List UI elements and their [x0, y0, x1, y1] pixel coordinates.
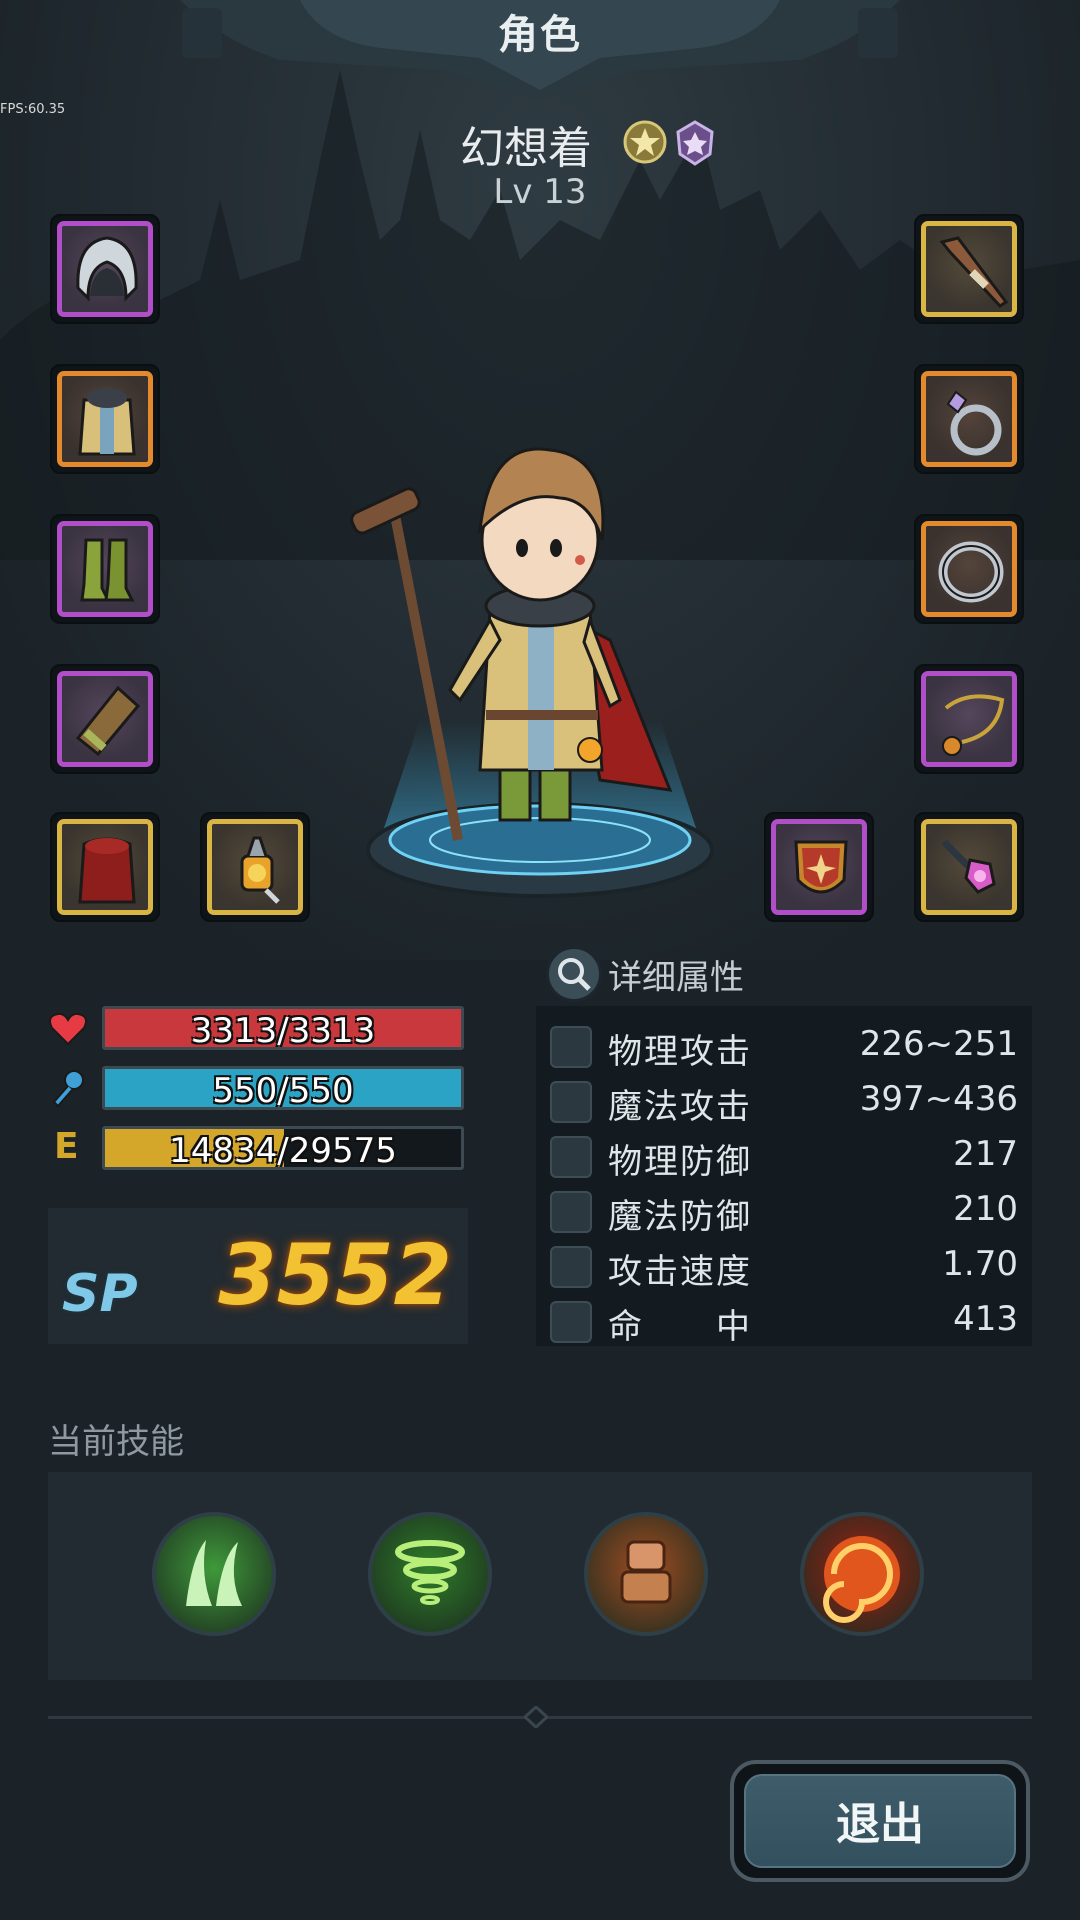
attr-value: 217 [953, 1134, 1018, 1174]
attr-name: 命 中 [608, 1307, 752, 1347]
purple-rank-badge-icon[interactable] [672, 118, 718, 166]
cloak-icon [78, 837, 136, 904]
skills-panel [48, 1472, 1032, 1680]
skill-slot-3[interactable] [584, 1512, 708, 1636]
equip-slot-armor[interactable] [50, 364, 160, 474]
attributes-panel: 物理攻击 226~251 魔法攻击 397~436 物理防御 217 魔法防御 … [536, 1006, 1032, 1347]
exp-value: 14834/29575 [169, 1131, 397, 1170]
ring-icon [938, 541, 1004, 603]
equip-slot-accessory[interactable] [200, 812, 310, 922]
page-title: 角色 [498, 12, 582, 58]
skill-slot-2[interactable] [368, 1512, 492, 1636]
staff-icon [939, 236, 1009, 308]
skill-slot-4[interactable] [800, 1512, 924, 1636]
skill-slot-1[interactable] [152, 1512, 276, 1636]
detail-attributes-title[interactable]: 详细属性 [608, 950, 744, 999]
equip-slot-ring-2[interactable] [914, 514, 1024, 624]
gem-ring-icon [946, 390, 1002, 456]
attr-name: 物理防御 [608, 1142, 752, 1182]
boots-icon [80, 538, 135, 602]
sp-value: 3552 [218, 1226, 452, 1324]
character-level: Lv 13 [493, 172, 587, 212]
equip-slot-head[interactable] [50, 214, 160, 324]
attr-value: 397~436 [859, 1079, 1018, 1119]
exit-button[interactable]: 退出 [730, 1760, 1030, 1882]
attr-row-physical-defense: 物理防御 217 [536, 1128, 1032, 1182]
heart-icon [49, 1012, 87, 1046]
attr-value: 413 [953, 1299, 1018, 1339]
sword-icon [550, 1026, 592, 1068]
attr-name: 魔法攻击 [608, 1087, 752, 1127]
equip-slot-cloak[interactable] [50, 812, 160, 922]
hp-value: 3313/3313 [190, 1011, 376, 1050]
attr-row-attack-speed: 攻击速度 1.70 [536, 1238, 1032, 1292]
character-name: 幻想着 [460, 123, 592, 174]
attr-value: 210 [953, 1189, 1018, 1229]
attr-row-physical-attack: 物理攻击 226~251 [536, 1018, 1032, 1072]
attr-name: 魔法防御 [608, 1197, 752, 1237]
equip-slot-trinket[interactable] [914, 812, 1024, 922]
attr-value: 1.70 [942, 1244, 1018, 1284]
attr-name: 物理攻击 [608, 1032, 752, 1072]
tornado-skill-icon [395, 1540, 465, 1605]
character-portrait [350, 447, 714, 898]
shield-icon [550, 1136, 592, 1178]
robe-icon [78, 388, 136, 456]
header-banner: 角色 [0, 0, 1080, 100]
speed-icon [550, 1246, 592, 1288]
necklace-icon [942, 694, 1005, 756]
sp-label: SP [62, 1264, 138, 1324]
equip-slot-necklace[interactable] [914, 664, 1024, 774]
bracer-icon [75, 685, 141, 757]
target-icon [550, 1301, 592, 1343]
fire-vortex-skill-icon [823, 1536, 900, 1623]
wind-claw-skill-icon [186, 1540, 242, 1606]
attr-row-magic-defense: 魔法防御 210 [536, 1183, 1032, 1237]
shield-icon [794, 840, 848, 894]
exp-bar: 14834/29575 [102, 1126, 464, 1170]
exp-label: E [54, 1126, 79, 1167]
amulet-gem-icon [240, 836, 280, 904]
attr-name: 攻击速度 [608, 1252, 752, 1292]
sp-panel: SP 3552 [48, 1208, 468, 1344]
equip-slot-offhand[interactable] [764, 812, 874, 922]
equip-slot-ring-1[interactable] [914, 364, 1024, 474]
fps-counter: FPS:60.35 [0, 102, 66, 117]
magnifier-icon[interactable] [546, 946, 602, 1002]
stone-golem-skill-icon [620, 1540, 672, 1604]
mp-bar: 550/550 [102, 1066, 464, 1110]
equip-slot-weapon[interactable] [914, 214, 1024, 324]
hood-icon [76, 236, 138, 302]
attr-row-magic-attack: 魔法攻击 397~436 [536, 1073, 1032, 1127]
current-skills-title: 当前技能 [48, 1422, 184, 1462]
sparkle-icon [550, 1191, 592, 1233]
mana-key-icon [52, 1070, 84, 1108]
equip-slot-gloves[interactable] [50, 664, 160, 774]
hp-bar: 3313/3313 [102, 1006, 464, 1050]
gold-rank-badge-icon[interactable] [622, 118, 668, 166]
divider-ornament-icon [524, 1706, 548, 1728]
wand-icon [941, 839, 996, 894]
equip-slot-boots[interactable] [50, 514, 160, 624]
magic-wand-icon [550, 1081, 592, 1123]
mp-value: 550/550 [212, 1071, 354, 1110]
exit-button-label: 退出 [836, 1799, 924, 1850]
attr-row-accuracy: 命 中 413 [536, 1293, 1032, 1347]
attr-value: 226~251 [859, 1024, 1018, 1064]
